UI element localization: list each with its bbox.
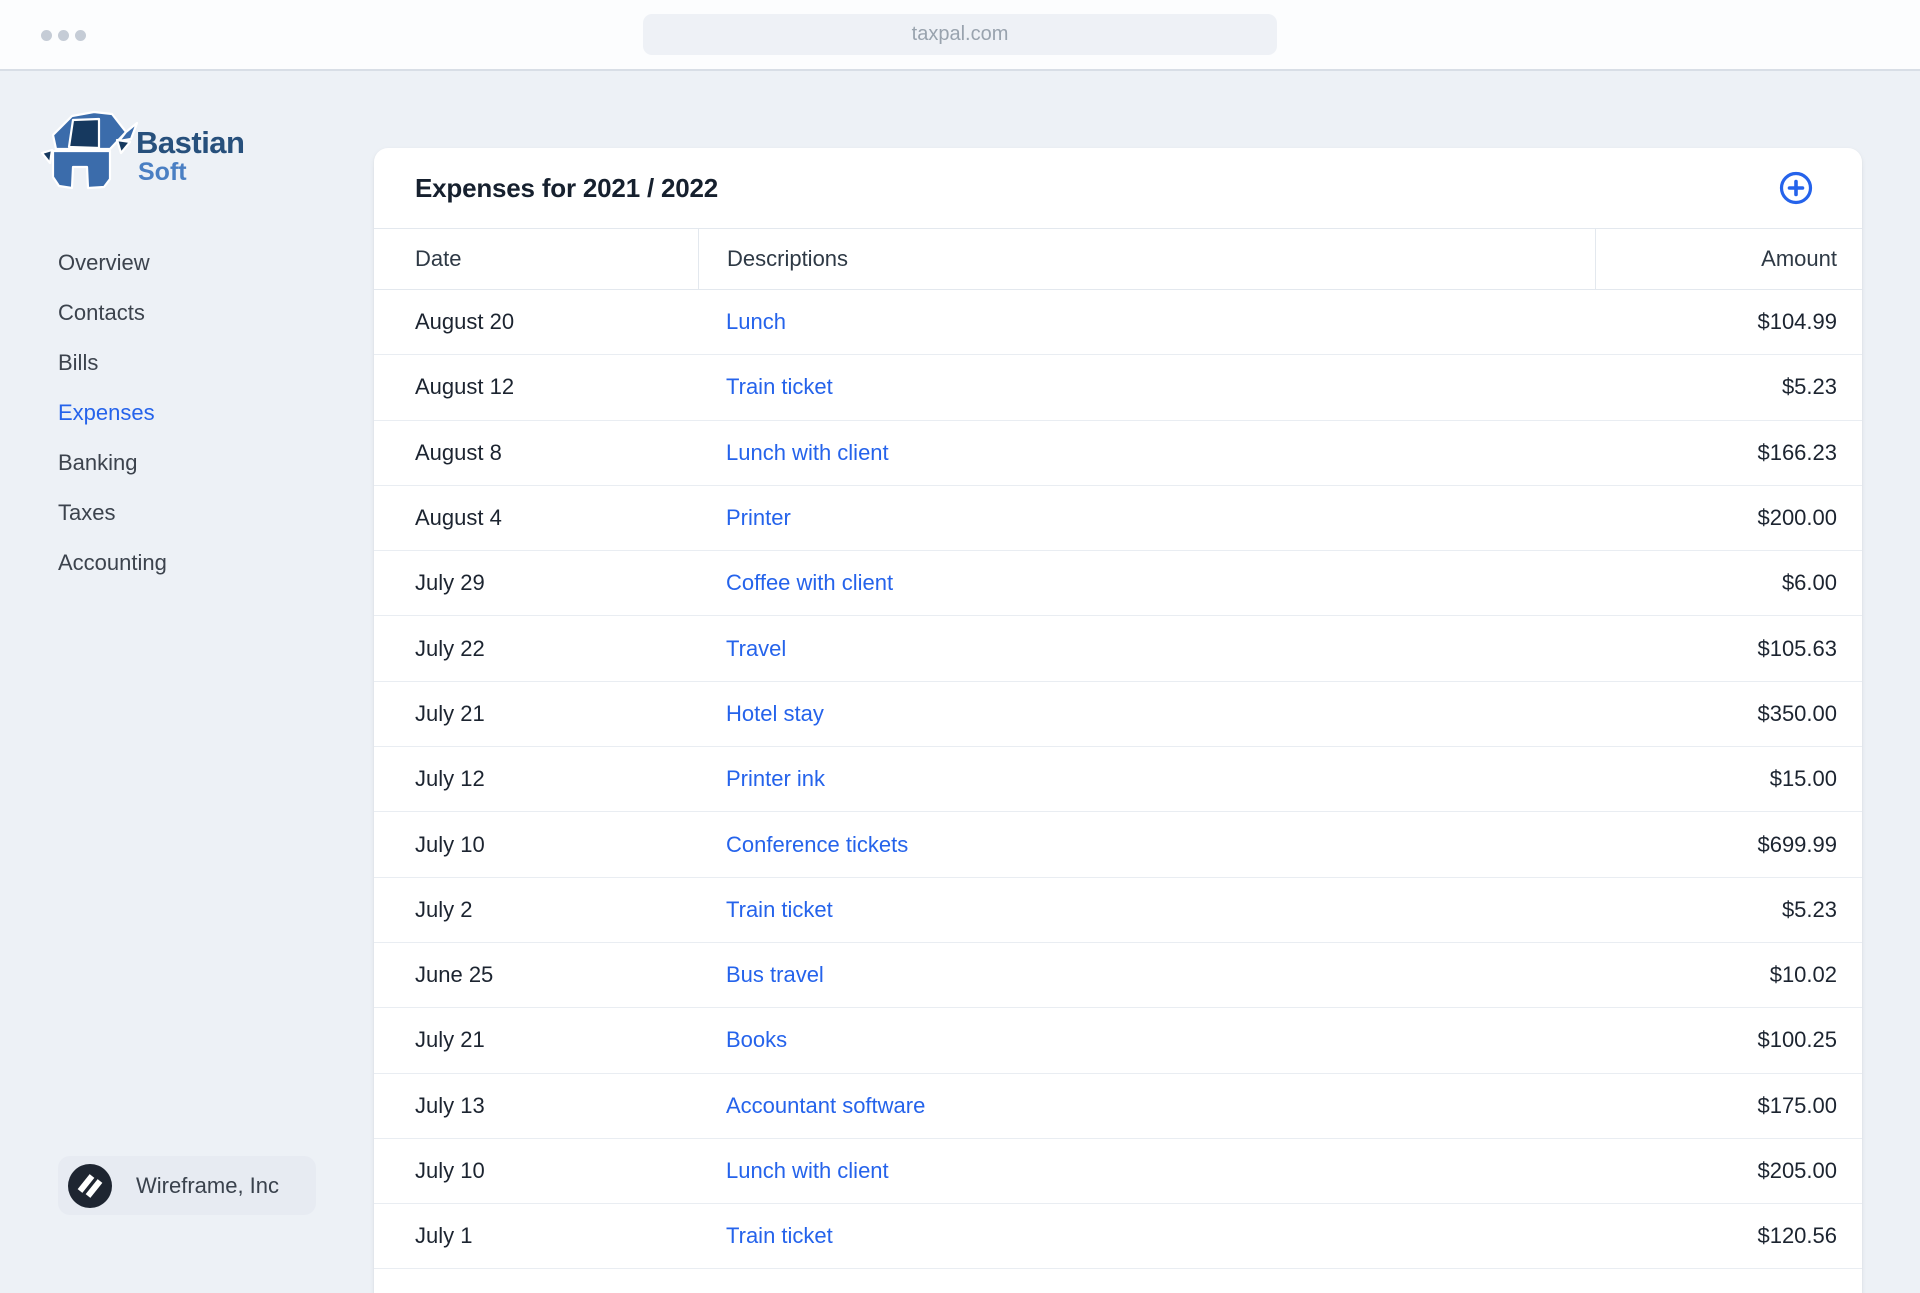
table-row: July 12 Printer ink $15.00 bbox=[374, 747, 1862, 812]
card-header: Expenses for 2021 / 2022 bbox=[374, 148, 1862, 228]
expense-date: August 12 bbox=[374, 355, 698, 419]
plus-circle-icon bbox=[1778, 170, 1814, 206]
table-row: August 12 Train ticket $5.23 bbox=[374, 355, 1862, 420]
expense-date: August 20 bbox=[374, 290, 698, 354]
expense-date: July 10 bbox=[374, 812, 698, 876]
column-header-date: Date bbox=[374, 229, 698, 289]
expense-description-link[interactable]: Accountant software bbox=[726, 1093, 925, 1119]
address-bar[interactable]: taxpal.com bbox=[643, 14, 1277, 55]
expense-description-link[interactable]: Bus travel bbox=[726, 962, 824, 988]
table-row: August 4 Printer $200.00 bbox=[374, 486, 1862, 551]
expense-amount: $10.02 bbox=[1595, 943, 1862, 1007]
expense-amount: $6.00 bbox=[1595, 551, 1862, 615]
table-row: August 8 Lunch with client $166.23 bbox=[374, 421, 1862, 486]
brand-name-bottom: Soft bbox=[138, 160, 244, 185]
expense-date: July 10 bbox=[374, 1139, 698, 1203]
expense-amount: $200.00 bbox=[1595, 486, 1862, 550]
expense-date: July 12 bbox=[374, 747, 698, 811]
expense-description-link[interactable]: Lunch bbox=[726, 309, 786, 335]
organization-name: Wireframe, Inc bbox=[136, 1173, 279, 1199]
window-maximize-icon[interactable] bbox=[75, 30, 86, 41]
table-row: July 2 Train ticket $5.23 bbox=[374, 878, 1862, 943]
expense-date: July 1 bbox=[374, 1204, 698, 1268]
expense-amount: $105.63 bbox=[1595, 616, 1862, 680]
table-row: July 22 Travel $105.63 bbox=[374, 616, 1862, 681]
expense-date: July 21 bbox=[374, 1008, 698, 1072]
table-row: July 13 Accountant software $175.00 bbox=[374, 1074, 1862, 1139]
expense-date: July 29 bbox=[374, 551, 698, 615]
expense-amount: $175.00 bbox=[1595, 1074, 1862, 1138]
expense-amount: $5.23 bbox=[1595, 878, 1862, 942]
wireframe-logo-icon bbox=[68, 1164, 112, 1208]
sidebar-item-taxes[interactable]: Taxes bbox=[58, 488, 167, 538]
window-close-icon[interactable] bbox=[41, 30, 52, 41]
expenses-card: Expenses for 2021 / 2022 Date Descriptio… bbox=[374, 148, 1862, 1293]
expense-description-link[interactable]: Books bbox=[726, 1027, 787, 1053]
brand-name-top: Bastian bbox=[136, 127, 244, 158]
expense-description-link[interactable]: Travel bbox=[726, 636, 786, 662]
sidebar-item-accounting[interactable]: Accounting bbox=[58, 538, 167, 588]
expense-description-link[interactable]: Train ticket bbox=[726, 897, 833, 923]
expense-amount: $15.00 bbox=[1595, 747, 1862, 811]
expense-description-link[interactable]: Hotel stay bbox=[726, 701, 824, 727]
sidebar: Bastian Soft Overview Contacts Bills Exp… bbox=[0, 71, 374, 1293]
browser-chrome: taxpal.com bbox=[0, 0, 1920, 71]
table-row: July 10 Conference tickets $699.99 bbox=[374, 812, 1862, 877]
table-row: July 29 Coffee with client $6.00 bbox=[374, 551, 1862, 616]
expense-amount: $120.56 bbox=[1595, 1204, 1862, 1268]
table-row: July 21 Hotel stay $350.00 bbox=[374, 682, 1862, 747]
expense-date: July 2 bbox=[374, 878, 698, 942]
expense-description-link[interactable]: Conference tickets bbox=[726, 832, 908, 858]
window-minimize-icon[interactable] bbox=[58, 30, 69, 41]
expense-description-link[interactable]: Train ticket bbox=[726, 1223, 833, 1249]
expense-amount: $104.99 bbox=[1595, 290, 1862, 354]
elephant-logo-icon bbox=[38, 107, 138, 193]
table-row: July 1 Train ticket $120.56 bbox=[374, 1204, 1862, 1269]
table-row: July 10 Lunch with client $205.00 bbox=[374, 1139, 1862, 1204]
column-header-amount: Amount bbox=[1595, 229, 1862, 289]
expense-date: July 21 bbox=[374, 682, 698, 746]
window-controls bbox=[41, 30, 86, 41]
expense-date: August 4 bbox=[374, 486, 698, 550]
expense-date: July 13 bbox=[374, 1074, 698, 1138]
expense-description-link[interactable]: Printer ink bbox=[726, 766, 825, 792]
expense-description-link[interactable]: Train ticket bbox=[726, 374, 833, 400]
brand-logo: Bastian Soft bbox=[38, 107, 244, 193]
expense-amount: $205.00 bbox=[1595, 1139, 1862, 1203]
expense-amount: $166.23 bbox=[1595, 421, 1862, 485]
expense-description-link[interactable]: Coffee with client bbox=[726, 570, 893, 596]
column-header-descriptions: Descriptions bbox=[698, 229, 1595, 289]
expense-description-link[interactable]: Lunch with client bbox=[726, 440, 889, 466]
sidebar-item-expenses[interactable]: Expenses bbox=[58, 388, 167, 438]
table-row: June 25 Bus travel $10.02 bbox=[374, 943, 1862, 1008]
page-title: Expenses for 2021 / 2022 bbox=[415, 173, 718, 204]
expense-description-link[interactable]: Lunch with client bbox=[726, 1158, 889, 1184]
expense-amount: $699.99 bbox=[1595, 812, 1862, 876]
sidebar-item-bills[interactable]: Bills bbox=[58, 338, 167, 388]
expense-amount: $5.23 bbox=[1595, 355, 1862, 419]
table-body: August 20 Lunch $104.99 August 12 Train … bbox=[374, 290, 1862, 1269]
app-page: Bastian Soft Overview Contacts Bills Exp… bbox=[0, 71, 1920, 1293]
table-row: July 21 Books $100.25 bbox=[374, 1008, 1862, 1073]
expense-amount: $100.25 bbox=[1595, 1008, 1862, 1072]
add-expense-button[interactable] bbox=[1777, 169, 1815, 207]
brand-wordmark: Bastian Soft bbox=[136, 127, 244, 185]
expense-date: July 22 bbox=[374, 616, 698, 680]
sidebar-item-banking[interactable]: Banking bbox=[58, 438, 167, 488]
sidebar-nav: Overview Contacts Bills Expenses Banking… bbox=[58, 238, 167, 588]
sidebar-item-overview[interactable]: Overview bbox=[58, 238, 167, 288]
table-header: Date Descriptions Amount bbox=[374, 228, 1862, 290]
expense-amount: $350.00 bbox=[1595, 682, 1862, 746]
expense-date: June 25 bbox=[374, 943, 698, 1007]
expense-description-link[interactable]: Printer bbox=[726, 505, 791, 531]
organization-badge[interactable]: Wireframe, Inc bbox=[58, 1156, 316, 1215]
sidebar-item-contacts[interactable]: Contacts bbox=[58, 288, 167, 338]
expense-date: August 8 bbox=[374, 421, 698, 485]
table-row: August 20 Lunch $104.99 bbox=[374, 290, 1862, 355]
